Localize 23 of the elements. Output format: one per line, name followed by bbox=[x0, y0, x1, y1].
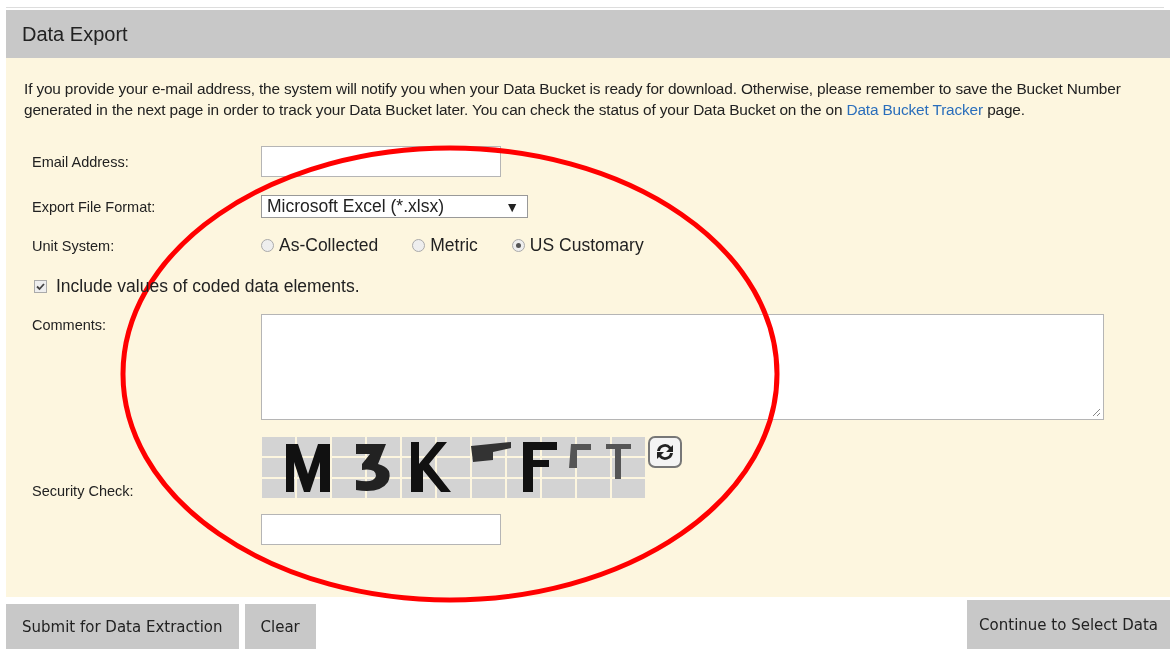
form-button[interactable]: Submit for Data Extraction bbox=[6, 604, 239, 649]
format-dropdown[interactable]: Microsoft Excel (*.xlsx) ▼ bbox=[261, 195, 528, 218]
radio-button[interactable] bbox=[261, 239, 274, 252]
intro-text: If you provide your e-mail address, the system will notify you when your Data Bucket is ready for download. Otherwise, please remember to save the Bucket Number generated in the next page in order to track your Data Bucket later. You can check the status of your Data Bucket on the on Data Bucket Tracker page. bbox=[24, 79, 1122, 120]
security-check-field[interactable] bbox=[261, 514, 501, 545]
tracker-link[interactable]: Data Bucket Tracker bbox=[846, 101, 983, 118]
radio-label: Metric bbox=[430, 235, 478, 256]
field-label: Export File Format: bbox=[32, 198, 157, 215]
field-label: Unit System: bbox=[32, 237, 116, 254]
refresh-icon[interactable] bbox=[648, 436, 682, 468]
radio-button[interactable] bbox=[412, 239, 426, 252]
radio-label: US Customary bbox=[529, 235, 644, 256]
form-button[interactable]: Continue to Select Data bbox=[967, 600, 1170, 649]
checkbox[interactable] bbox=[34, 280, 47, 293]
field-label: Email Address: bbox=[32, 153, 130, 170]
field-label: Comments: bbox=[32, 317, 108, 333]
form-button[interactable]: Clear bbox=[244, 604, 316, 649]
radio-button[interactable] bbox=[511, 239, 525, 252]
resize-grip-icon[interactable] bbox=[1091, 407, 1101, 417]
radio-label: As-Collected bbox=[279, 235, 379, 256]
panel-title: Data Export bbox=[6, 10, 1170, 58]
comments-field[interactable] bbox=[261, 314, 1104, 420]
field-label: Security Check: bbox=[32, 483, 135, 499]
